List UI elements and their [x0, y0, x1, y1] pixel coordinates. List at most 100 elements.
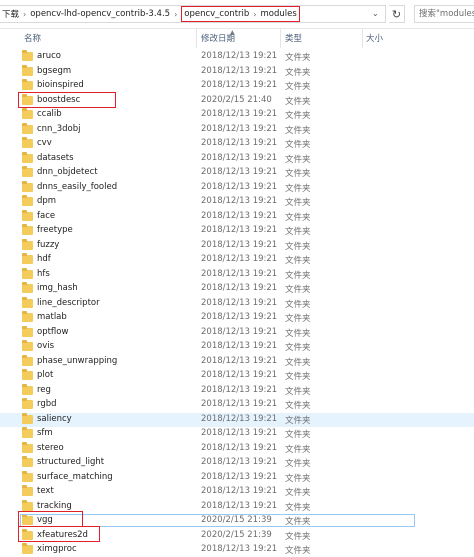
folder-icon — [22, 151, 33, 163]
breadcrumb-downloads[interactable]: 下载 — [0, 8, 21, 20]
file-name: matlab — [37, 312, 67, 322]
folder-icon — [22, 137, 33, 148]
file-row-matlab[interactable]: matlab 2018/12/13 19:21 文件夹 — [0, 311, 474, 325]
file-type: 文件夹 — [285, 531, 311, 542]
file-modified-date: 2018/12/13 19:21 — [201, 544, 278, 554]
file-row-plot[interactable]: plot 2018/12/13 19:21 文件夹 — [0, 369, 474, 383]
file-name: phase_unwrapping — [37, 355, 118, 366]
file-name: plot — [37, 370, 54, 380]
file-row-hdf[interactable]: hdf 2018/12/13 19:21 文件夹 — [0, 253, 474, 267]
file-row-ccalib[interactable]: ccalib 2018/12/13 19:21 文件夹 — [0, 108, 474, 122]
file-row-xfeatures2d[interactable]: xfeatures2d 2020/2/15 21:39 文件夹 — [0, 528, 474, 543]
folder-icon — [22, 209, 33, 221]
file-row-bioinspired[interactable]: bioinspired 2018/12/13 19:21 文件夹 — [0, 79, 474, 93]
breadcrumb-opencv-lhd[interactable]: opencv-lhd-opencv_contrib-3.4.5 — [28, 9, 172, 19]
file-modified-date: 2018/12/13 19:21 — [201, 225, 278, 235]
file-modified-date: 2018/12/13 19:21 — [201, 384, 278, 395]
file-row-optflow[interactable]: optflow 2018/12/13 19:21 文件夹 — [0, 325, 474, 340]
file-name: sfm — [37, 428, 53, 438]
folder-icon — [22, 195, 33, 206]
file-modified-date: 2018/12/13 19:21 — [201, 268, 278, 279]
file-modified-date: 2018/12/13 19:21 — [201, 152, 278, 163]
search-input[interactable]: 搜索"modules" — [414, 5, 474, 23]
file-name: hfs — [37, 268, 50, 279]
file-row-bgsegm[interactable]: bgsegm 2018/12/13 19:21 文件夹 — [0, 64, 474, 79]
file-row-dpm[interactable]: dpm 2018/12/13 19:21 文件夹 — [0, 195, 474, 209]
file-type: 文件夹 — [285, 270, 311, 281]
folder-icon — [22, 93, 33, 105]
column-header-date[interactable]: 修改日期 — [201, 32, 235, 44]
column-divider[interactable] — [196, 28, 197, 48]
file-type: 文件夹 — [285, 227, 311, 237]
file-row-reg[interactable]: reg 2018/12/13 19:21 文件夹 — [0, 383, 474, 398]
file-type: 文件夹 — [285, 459, 311, 469]
file-row-hfs[interactable]: hfs 2018/12/13 19:21 文件夹 — [0, 267, 474, 282]
column-header-type[interactable]: 类型 — [285, 32, 302, 44]
file-row-datasets[interactable]: datasets 2018/12/13 19:21 文件夹 — [0, 151, 474, 166]
file-row-saliency[interactable]: saliency 2018/12/13 19:21 文件夹 — [0, 412, 474, 427]
file-type: 文件夹 — [285, 53, 311, 63]
file-type: 文件夹 — [285, 241, 311, 252]
chevron-right-icon[interactable]: › — [172, 10, 179, 19]
file-row-dnn-objdetect[interactable]: dnn_objdetect 2018/12/13 19:21 文件夹 — [0, 166, 474, 180]
file-type: 文件夹 — [285, 183, 311, 194]
folder-icon — [22, 311, 33, 322]
file-modified-date: 2018/12/13 19:21 — [201, 196, 278, 206]
file-row-aruco[interactable]: aruco 2018/12/13 19:21 文件夹 — [0, 50, 474, 64]
file-type: 文件夹 — [285, 67, 311, 78]
file-row-line-descriptor[interactable]: line_descriptor 2018/12/13 19:21 文件夹 — [0, 296, 474, 311]
file-name: surface_matching — [37, 471, 113, 482]
file-name: bgsegm — [37, 65, 72, 76]
file-row-stereo[interactable]: stereo 2018/12/13 19:21 文件夹 — [0, 441, 474, 456]
file-row-rgbd[interactable]: rgbd 2018/12/13 19:21 文件夹 — [0, 398, 474, 412]
file-row-structured-light[interactable]: structured_light 2018/12/13 19:21 文件夹 — [0, 456, 474, 470]
file-row-fuzzy[interactable]: fuzzy 2018/12/13 19:21 文件夹 — [0, 238, 474, 253]
file-row-img-hash[interactable]: img_hash 2018/12/13 19:21 文件夹 — [0, 282, 474, 296]
file-type: 文件夹 — [285, 343, 311, 353]
file-row-vgg[interactable]: vgg 2020/2/15 21:39 文件夹 — [0, 514, 474, 528]
file-name: tracking — [37, 500, 72, 511]
file-row-text[interactable]: text 2018/12/13 19:21 文件夹 — [0, 485, 474, 499]
file-name: reg — [37, 384, 51, 395]
file-modified-date: 2018/12/13 19:21 — [201, 109, 278, 119]
folder-icon — [22, 296, 33, 308]
file-type: 文件夹 — [285, 169, 311, 179]
file-name: boostdesc — [37, 94, 81, 105]
breadcrumb-modules[interactable]: modules — [258, 9, 298, 19]
file-name: face — [37, 210, 56, 221]
file-modified-date: 2018/12/13 19:21 — [201, 210, 278, 221]
folder-icon — [22, 499, 33, 511]
file-row-surface-matching[interactable]: surface_matching 2018/12/13 19:21 文件夹 — [0, 470, 474, 485]
folder-icon — [22, 383, 33, 395]
column-header-size[interactable]: 大小 — [366, 32, 383, 44]
file-row-phase-unwrapping[interactable]: phase_unwrapping 2018/12/13 19:21 文件夹 — [0, 354, 474, 369]
file-row-tracking[interactable]: tracking 2018/12/13 19:21 文件夹 — [0, 499, 474, 514]
file-row-cnn-3dobj[interactable]: cnn_3dobj 2018/12/13 19:21 文件夹 — [0, 122, 474, 137]
column-divider[interactable] — [362, 28, 363, 48]
file-name: xfeatures2d — [37, 529, 88, 540]
file-row-face[interactable]: face 2018/12/13 19:21 文件夹 — [0, 209, 474, 224]
column-divider[interactable] — [280, 28, 281, 48]
refresh-icon[interactable]: ↻ — [389, 5, 405, 23]
folder-icon — [22, 64, 33, 76]
file-row-ovis[interactable]: ovis 2018/12/13 19:21 文件夹 — [0, 340, 474, 354]
folder-icon — [22, 224, 33, 235]
file-modified-date: 2018/12/13 19:21 — [201, 471, 278, 482]
file-row-dnns-easily-fooled[interactable]: dnns_easily_fooled 2018/12/13 19:21 文件夹 — [0, 180, 474, 195]
chevron-right-icon[interactable]: › — [251, 10, 258, 19]
file-row-freetype[interactable]: freetype 2018/12/13 19:21 文件夹 — [0, 224, 474, 238]
breadcrumb[interactable]: 下载 › opencv-lhd-opencv_contrib-3.4.5 › o… — [0, 5, 386, 23]
file-modified-date: 2018/12/13 19:21 — [201, 167, 278, 177]
file-row-cvv[interactable]: cvv 2018/12/13 19:21 文件夹 — [0, 137, 474, 151]
file-row-boostdesc[interactable]: boostdesc 2020/2/15 21:40 文件夹 — [0, 93, 474, 108]
folder-icon — [22, 485, 33, 496]
file-modified-date: 2018/12/13 19:21 — [201, 239, 278, 250]
column-header-name[interactable]: 名称 — [24, 32, 41, 44]
file-type: 文件夹 — [285, 82, 311, 92]
file-modified-date: 2018/12/13 19:21 — [201, 80, 278, 90]
file-row-sfm[interactable]: sfm 2018/12/13 19:21 文件夹 — [0, 427, 474, 441]
folder-icon — [22, 122, 33, 134]
breadcrumb-opencv-contrib[interactable]: opencv_contrib — [182, 9, 251, 19]
chevron-right-icon[interactable]: › — [21, 10, 28, 19]
chevron-down-icon[interactable]: ⌄ — [372, 9, 379, 18]
